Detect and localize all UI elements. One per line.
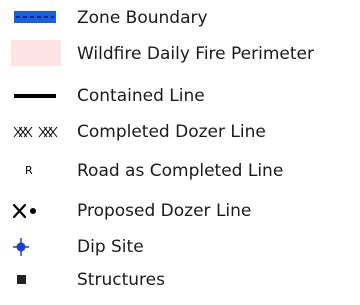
legend-item-structures: Structures (0, 264, 360, 296)
map-legend: Zone Boundary Wildfire Daily Fire Perime… (0, 0, 360, 305)
road-glyph: R (25, 164, 33, 177)
legend-label: Dip Site (77, 237, 144, 257)
dip-site-icon (8, 231, 68, 263)
completed-dozer-line-icon (8, 116, 68, 148)
legend-item-fire-perimeter: Wildfire Daily Fire Perimeter (0, 38, 360, 70)
legend-label: Wildfire Daily Fire Perimeter (77, 44, 314, 64)
proposed-dozer-line-icon (8, 195, 68, 227)
fire-perimeter-icon (8, 38, 68, 70)
legend-item-contained-line: Contained Line (0, 80, 360, 112)
legend-item-proposed-dozer-line: Proposed Dozer Line (0, 195, 360, 227)
road-completed-line-icon: R (8, 155, 68, 187)
zone-boundary-icon (8, 2, 68, 34)
legend-item-zone-boundary: Zone Boundary (0, 2, 360, 34)
legend-label: Contained Line (77, 86, 205, 106)
legend-label: Structures (77, 270, 165, 290)
legend-item-completed-dozer-line: Completed Dozer Line (0, 116, 360, 148)
legend-label: Completed Dozer Line (77, 122, 266, 142)
legend-item-road-completed-line: R Road as Completed Line (0, 155, 360, 187)
legend-label: Proposed Dozer Line (77, 201, 252, 221)
legend-label: Road as Completed Line (77, 161, 284, 181)
legend-label: Zone Boundary (77, 8, 208, 28)
legend-item-dip-site: Dip Site (0, 231, 360, 263)
contained-line-icon (8, 80, 68, 112)
structures-icon (8, 264, 68, 296)
